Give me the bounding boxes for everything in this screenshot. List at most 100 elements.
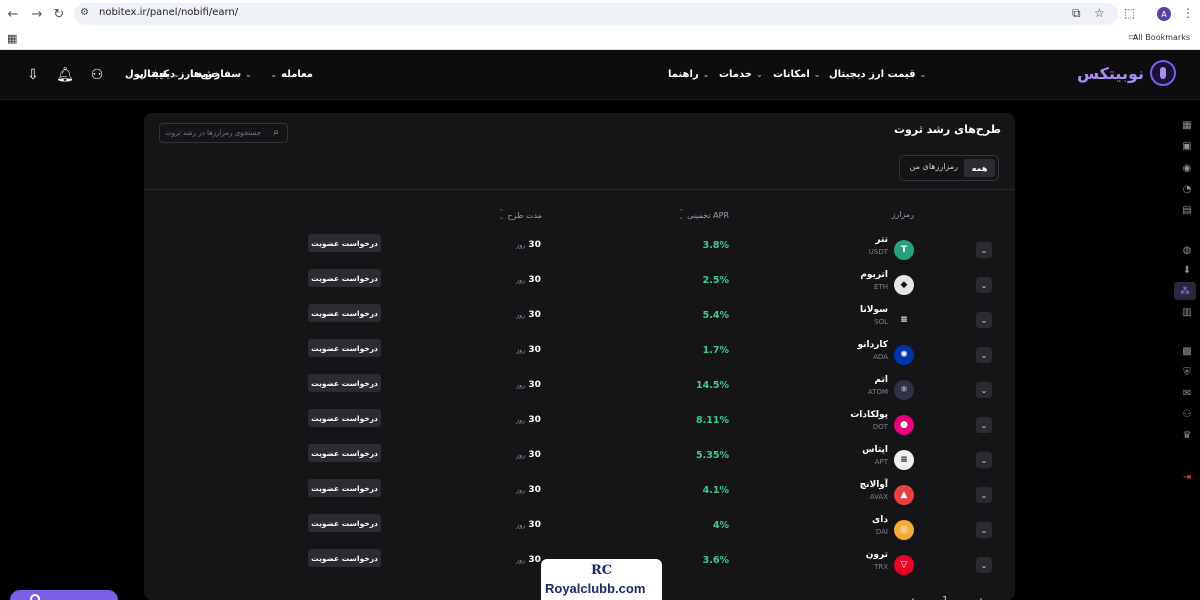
site-header: نوبیتکس معامله ⌄ خرید ارز دیجیتال ⌄ ⌄ قیمت …	[0, 50, 1200, 100]
earn-icon[interactable]: ⁂	[1174, 282, 1196, 300]
pagination-current[interactable]: 1	[942, 595, 948, 600]
forward-icon[interactable]: →	[28, 5, 46, 23]
apr-value: 4.1%	[702, 485, 729, 496]
request-membership-button[interactable]: درخواست عضویت	[308, 269, 381, 287]
duration-value: 30	[528, 310, 541, 320]
duration-cell: 30 روز	[516, 520, 541, 530]
support-chat-button[interactable]	[10, 590, 118, 600]
all-bookmarks-link[interactable]: All Bookmarks	[1133, 33, 1190, 42]
coin-icon: ≡	[894, 310, 914, 330]
column-header-apr[interactable]: APR تخمینی ⌃ ⌄	[678, 208, 729, 221]
request-membership-button[interactable]: درخواست عضویت	[308, 549, 381, 567]
request-membership-button[interactable]: درخواست عضویت	[308, 374, 381, 392]
coin-icon: ◎	[894, 520, 914, 540]
coin-name: کاردانو	[857, 340, 888, 350]
tab-all[interactable]: همه	[964, 159, 995, 177]
reload-icon[interactable]: ↻	[50, 5, 68, 23]
shield-icon[interactable]: ⛨	[1180, 365, 1194, 379]
nav-guide[interactable]: ⌄ راهنما	[668, 69, 709, 80]
nav-label: کیف پول	[125, 69, 169, 80]
user-icon[interactable]: ⚇	[88, 66, 106, 84]
expand-row-button[interactable]: ⌄	[976, 242, 992, 258]
nav-trade[interactable]: معامله ⌄	[270, 69, 313, 80]
expand-row-button[interactable]: ⌄	[976, 522, 992, 538]
watermark-mark: RC	[591, 563, 613, 578]
extensions-icon[interactable]: ⬚	[1124, 6, 1135, 20]
request-membership-button[interactable]: درخواست عضویت	[308, 479, 381, 497]
page-title: طرح‌های رشد ثروت	[894, 123, 1001, 136]
report-icon[interactable]: ▤	[1180, 203, 1194, 217]
expand-row-button[interactable]: ⌄	[976, 452, 992, 468]
bookmarks-bar: ▦ ▭ All Bookmarks	[0, 28, 1200, 50]
dashboard-icon[interactable]: ▦	[1180, 118, 1194, 132]
gauge-icon[interactable]: ◔	[1180, 182, 1194, 196]
coin-symbol: ATOM	[867, 388, 888, 396]
globe-icon[interactable]: ◍	[1180, 243, 1194, 257]
apr-value: 5.35%	[696, 450, 729, 461]
side-icon-bar: ▦ ▣ ◉ ◔ ▤ ◍ ⬇ ⁂ ▥ ▩ ⛨ ✉ ⚇ ♛ ⇥	[1172, 100, 1200, 600]
deposit-icon[interactable]: ⬇	[1180, 263, 1194, 277]
chevron-down-icon: ⌄	[702, 70, 710, 79]
request-membership-button[interactable]: درخواست عضویت	[308, 339, 381, 357]
apps-grid-icon[interactable]: ▦	[7, 32, 17, 45]
coin-name: اتم	[874, 375, 888, 385]
profile-avatar[interactable]: A	[1157, 7, 1171, 21]
mail-icon[interactable]: ✉	[1180, 386, 1194, 400]
coin-symbol: DOT	[872, 423, 888, 431]
coin-name: سولانا	[860, 305, 888, 315]
duration-unit: روز	[516, 416, 526, 424]
install-icon[interactable]: ⧉	[1072, 6, 1081, 21]
expand-row-button[interactable]: ⌄	[976, 487, 992, 503]
nav-crypto-price-label[interactable]: ⌄ قیمت ارز دیجیتال	[829, 69, 926, 80]
nav-services[interactable]: ⌄ خدمات	[719, 69, 763, 80]
menu-dots-icon[interactable]: ⋮	[1182, 6, 1194, 20]
chevron-down-icon: ⌄	[813, 70, 821, 79]
duration-unit: روز	[516, 346, 526, 354]
expand-row-button[interactable]: ⌄	[976, 382, 992, 398]
profile-card-icon[interactable]: ▩	[1180, 344, 1194, 358]
coin-icon: ◆	[894, 275, 914, 295]
back-icon[interactable]: ←	[4, 5, 22, 23]
request-membership-button[interactable]: درخواست عضویت	[308, 234, 381, 252]
market-icon[interactable]: ◉	[1180, 161, 1194, 175]
expand-row-button[interactable]: ⌄	[976, 312, 992, 328]
bell-icon[interactable]: 🔔︎	[56, 66, 74, 84]
duration-value: 30	[528, 555, 541, 565]
nav-wallet[interactable]: ⌄ کیف پول	[125, 69, 180, 80]
duration-unit: روز	[516, 381, 526, 389]
wallet-icon[interactable]: ▣	[1180, 139, 1194, 153]
expand-row-button[interactable]: ⌄	[976, 557, 992, 573]
request-membership-button[interactable]: درخواست عضویت	[308, 304, 381, 322]
expand-row-button[interactable]: ⌄	[976, 347, 992, 363]
filter-tabs: همه رمزارزهای من	[899, 155, 999, 181]
nav-label: راهنما	[668, 69, 699, 80]
chat-icon	[30, 594, 40, 600]
pagination-next-icon[interactable]: ‹	[979, 595, 983, 600]
bookmark-star-icon[interactable]: ☆	[1094, 6, 1105, 20]
sort-icon: ⌃ ⌄	[498, 208, 505, 221]
tab-my-coins[interactable]: رمزارزهای من	[910, 162, 958, 171]
column-header-duration[interactable]: مدت طرح ⌃ ⌄	[498, 208, 542, 221]
download-icon[interactable]: ⇩	[24, 66, 42, 84]
url-text[interactable]: nobitex.ir/panel/nobifi/earn/	[99, 7, 238, 18]
coin-icon: ✺	[894, 345, 914, 365]
search-input[interactable]: جستجوی رمزارزها در رشد ثروت ⌕	[159, 123, 288, 143]
calendar-icon[interactable]: ▥	[1180, 305, 1194, 319]
people-icon[interactable]: ⚇	[1180, 407, 1194, 421]
request-membership-button[interactable]: درخواست عضویت	[308, 444, 381, 462]
sort-icon: ⌃ ⌄	[678, 208, 685, 221]
expand-row-button[interactable]: ⌄	[976, 277, 992, 293]
request-membership-button[interactable]: درخواست عضویت	[308, 409, 381, 427]
nav-orders[interactable]: ⌄ سفارش‌ها	[190, 69, 252, 80]
logout-icon[interactable]: ⇥	[1180, 470, 1194, 484]
request-membership-button[interactable]: درخواست عضویت	[308, 514, 381, 532]
duration-value: 30	[528, 345, 541, 355]
watermark-logo: RC Royalclubb.com	[541, 559, 662, 600]
duration-unit: روز	[516, 486, 526, 494]
site-logo[interactable]: نوبیتکس	[1077, 60, 1176, 86]
pagination-prev-icon[interactable]: ‹	[911, 595, 915, 600]
trophy-icon[interactable]: ♛	[1180, 428, 1194, 442]
expand-row-button[interactable]: ⌄	[976, 417, 992, 433]
site-info-icon[interactable]: ⚙	[80, 7, 89, 18]
nav-features[interactable]: ⌄ امکانات	[773, 69, 820, 80]
